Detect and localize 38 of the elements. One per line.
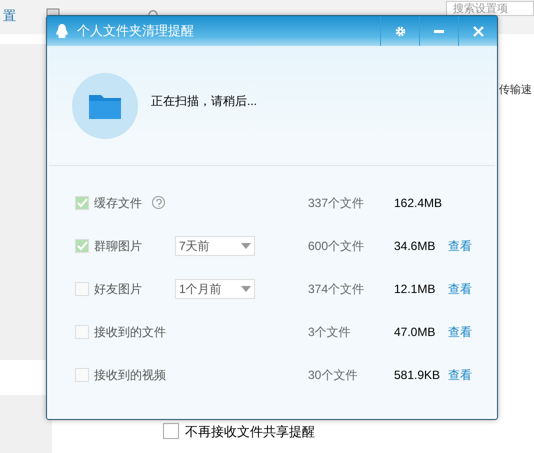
settings-icon bbox=[394, 26, 406, 36]
file-size: 162.4MB bbox=[394, 194, 444, 212]
status-text: 正在扫描，请稍后... bbox=[151, 92, 258, 110]
file-count: 337个文件 bbox=[308, 194, 366, 212]
file-size: 12.1MB bbox=[394, 280, 436, 298]
view-link[interactable]: 查看 bbox=[448, 322, 472, 340]
file-count: 30个文件 bbox=[308, 366, 358, 384]
checkbox[interactable] bbox=[163, 423, 179, 440]
minimize-icon bbox=[434, 30, 444, 32]
caret-icon bbox=[241, 242, 251, 248]
checkbox-label: 群聊图片 bbox=[94, 238, 142, 254]
dropdown[interactable]: 1个月前 bbox=[175, 278, 255, 298]
search-field[interactable]: 搜索设置项 bbox=[446, 1, 534, 16]
close-icon bbox=[472, 26, 484, 36]
dropdown[interactable]: 7天前 bbox=[175, 236, 255, 256]
view-link[interactable]: 查看 bbox=[448, 280, 472, 298]
window-title: 个人文件夹清理提醒 bbox=[77, 22, 194, 40]
checkbox-label: 缓存文件 bbox=[94, 194, 142, 212]
file-size: 581.9KB bbox=[394, 366, 442, 384]
view-link[interactable]: 查看 bbox=[448, 366, 472, 384]
file-size: 47.0MB bbox=[394, 324, 436, 340]
checkbox-label: 不再接收文件共享提醒 bbox=[185, 422, 315, 440]
checkbox-label: 好友图片 bbox=[94, 280, 142, 298]
help-icon[interactable] bbox=[152, 196, 165, 209]
view-link[interactable]: 查看 bbox=[448, 236, 472, 254]
caret-icon bbox=[241, 286, 251, 292]
checkbox-label: 接收到的文件 bbox=[94, 324, 166, 340]
arc-icon bbox=[148, 10, 158, 15]
penguin-icon bbox=[55, 23, 69, 39]
checkbox-label: 接收到的视频 bbox=[94, 366, 166, 384]
folder-icon bbox=[89, 92, 121, 118]
file-count: 3个文件 bbox=[308, 324, 352, 340]
nav-link[interactable]: 置 bbox=[3, 6, 16, 26]
sidebar-panel bbox=[0, 395, 52, 453]
label-text: 传输速 bbox=[499, 83, 532, 98]
file-count: 374个文件 bbox=[308, 280, 366, 298]
file-count: 600个文件 bbox=[308, 238, 366, 254]
file-size: 34.6MB bbox=[394, 238, 436, 254]
